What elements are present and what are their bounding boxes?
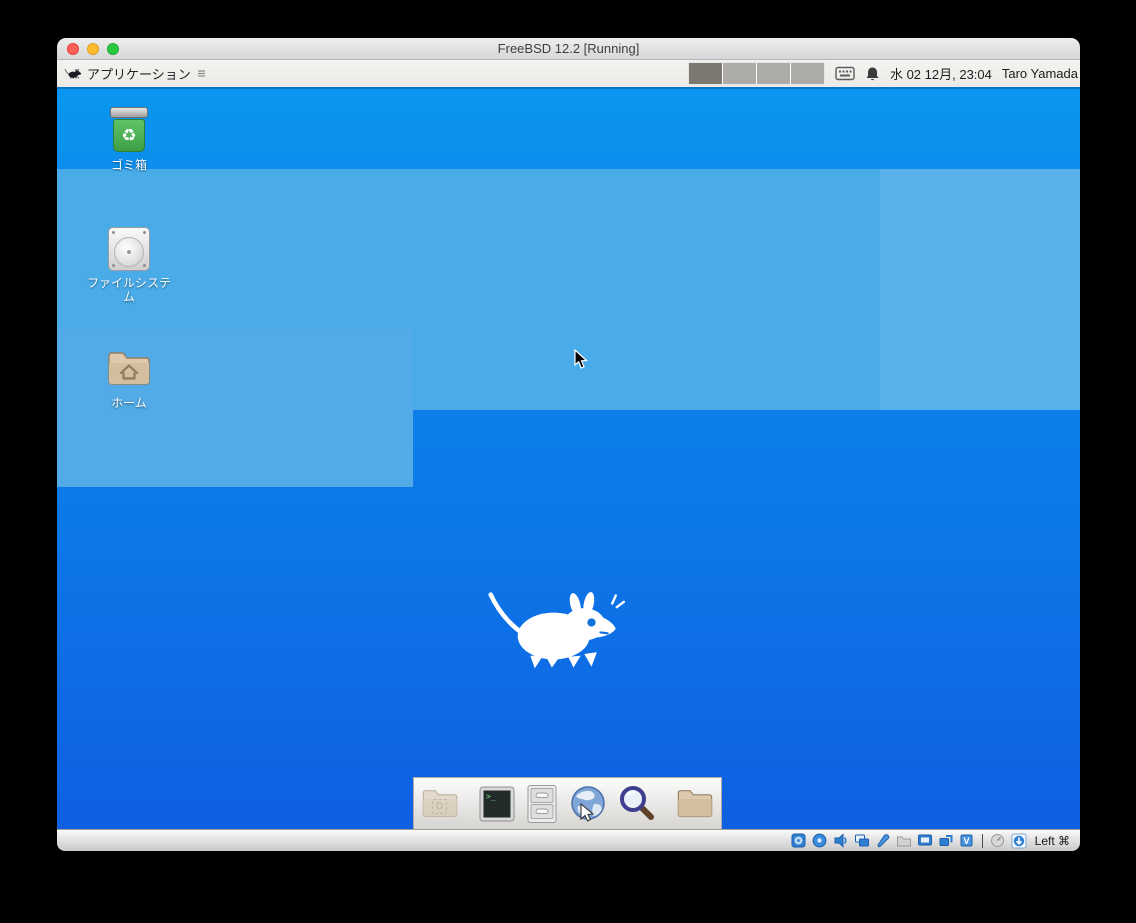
macos-titlebar[interactable]: FreeBSD 12.2 [Running] [57,38,1080,60]
svg-text:V: V [964,836,970,846]
vbox-statusbar: V Left ⌘ [57,829,1080,851]
applications-menu-button[interactable]: アプリケーション [60,60,210,87]
folder-icon [675,784,715,824]
web-browser-globe-icon [568,784,608,824]
zoom-button[interactable] [107,43,119,55]
keyboard-layout-icon[interactable] [835,66,855,81]
dock-item-file-folder[interactable] [675,783,715,825]
hard-disks-icon[interactable] [791,833,807,849]
close-button[interactable] [67,43,79,55]
audio-icon[interactable] [833,833,849,849]
dock-item-application-finder[interactable] [617,783,657,825]
menu-lines-icon [197,69,206,78]
mouse-cursor [574,349,588,370]
workspace-4[interactable] [791,63,824,84]
host-key-label: Left ⌘ [1035,834,1070,848]
statusbar-separator [982,834,983,848]
mouse-integration-icon[interactable] [990,833,1006,849]
workspace-switcher [688,62,825,85]
notification-bell-icon[interactable] [865,66,880,82]
usb-icon[interactable] [875,833,891,849]
recording-icon[interactable] [938,833,954,849]
hard-drive-icon [108,227,150,271]
workspace-2[interactable] [723,63,756,84]
network-icon[interactable] [854,833,870,849]
file-cabinet-icon [525,784,559,824]
terminal-icon: >_ [478,785,516,823]
desktop-icon-label: ホーム [111,396,147,410]
minimize-button[interactable] [87,43,99,55]
workspace-1[interactable] [689,63,722,84]
dock-item-terminal[interactable]: >_ [478,783,516,825]
home-folder-icon [105,347,153,391]
vm-window: FreeBSD 12.2 [Running] アプリケーション [57,38,1080,851]
display-icon[interactable] [917,833,933,849]
user-menu[interactable]: Taro Yamada [1002,66,1078,81]
dock-item-desktop-directory[interactable]: D [420,783,460,825]
dock-panel: D >_ [413,777,722,829]
applications-menu-label: アプリケーション [87,64,191,83]
virtualization-icon[interactable]: V [959,833,975,849]
desktop-icon-label: ゴミ箱 [111,158,147,172]
xfce-logo-watermark [478,582,633,672]
search-magnifier-icon [617,784,657,824]
desktop-icon-label: ファイルシステム [85,276,173,305]
keyboard-capture-icon[interactable] [1011,833,1027,849]
svg-text:>_: >_ [486,792,496,801]
desktop-icon-filesystem[interactable]: ファイルシステム [81,227,177,305]
desktop-icon-trash[interactable]: ♻ ゴミ箱 [81,107,177,172]
optical-drives-icon[interactable] [812,833,828,849]
desktop-directory-badge: D [432,799,447,814]
clock[interactable]: 水 02 12月, 23:04 [890,64,992,83]
workspace-3[interactable] [757,63,790,84]
xfce-mouse-icon [64,67,83,80]
trash-icon: ♻ [109,107,149,153]
desktop-area: ♻ ゴミ箱 ファイルシステム ホーム [57,87,1080,829]
dock-item-file-manager[interactable] [525,783,559,825]
xfce-top-panel: アプリケーション 水 02 12月, 23:04 Taro Yamada [57,60,1080,87]
shared-folders-icon[interactable] [896,833,912,849]
window-title: FreeBSD 12.2 [Running] [498,41,640,56]
backdrop-band-right [880,169,1080,410]
desktop-icon-home[interactable]: ホーム [81,347,177,410]
dock-item-web-browser[interactable] [568,783,608,825]
system-tray [835,66,880,82]
